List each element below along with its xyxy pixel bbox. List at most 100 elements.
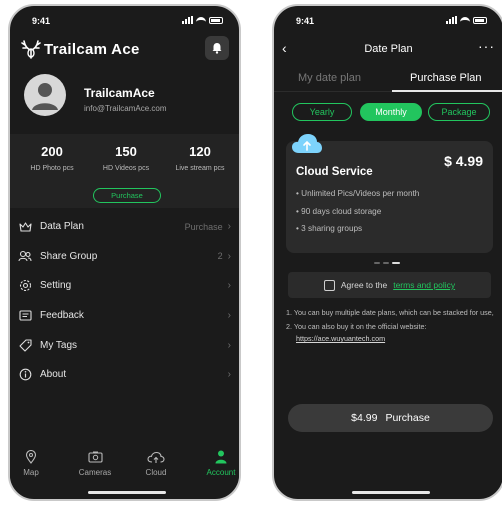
note-item: 1. You can buy multiple date plans, whic…	[286, 308, 494, 317]
stat-value: 150	[115, 144, 137, 159]
date-plan-screen: 9:41 ‹ Date Plan ··· My date plan Purcha…	[272, 4, 502, 501]
app-title: Trailcam Ace	[44, 41, 140, 58]
note-item: 2. You can also buy it on the official w…	[286, 322, 495, 344]
menu-label: About	[40, 369, 67, 381]
menu-value: Purchase	[184, 221, 223, 232]
more-options-button[interactable]: ···	[478, 38, 495, 54]
stat-live-stream: 120 Live stream pcs	[162, 144, 238, 172]
menu-label: Setting	[40, 280, 72, 292]
purchase-button[interactable]: $4.99 Purchase	[288, 404, 493, 432]
chevron-right-icon: ›	[227, 221, 231, 233]
notification-button[interactable]	[205, 36, 229, 60]
menu-item-my-tags[interactable]: My Tags ›	[10, 330, 239, 360]
tab-map[interactable]: Map	[10, 449, 56, 477]
menu-label: Data Plan	[40, 221, 84, 233]
agree-text: Agree to the	[340, 280, 388, 290]
plan-type-yearly[interactable]: Yearly	[292, 103, 352, 121]
tab-purchase-plan[interactable]: Purchase Plan	[410, 72, 482, 84]
bottom-tab-bar: Map Cameras Cloud Account	[10, 449, 239, 485]
plan-type-package[interactable]: Package	[428, 103, 490, 121]
tag-icon	[18, 338, 32, 352]
agree-checkbox[interactable]	[323, 279, 335, 291]
tab-account[interactable]: Account	[196, 449, 239, 477]
signal-icon	[182, 16, 193, 24]
cloud-upload-badge-icon	[292, 134, 322, 153]
feature-item: • 3 sharing groups	[296, 224, 363, 233]
app-header: Trailcam Ace	[20, 36, 229, 64]
profile-name: TrailcamAce	[84, 86, 155, 100]
menu-item-share-group[interactable]: Share Group 2 ›	[10, 242, 239, 272]
status-bar: 9:41	[274, 16, 502, 30]
usage-stats: 200 HD Photo pcs 150 HD Videos pcs 120 L…	[10, 134, 239, 208]
menu-label: Feedback	[40, 310, 84, 322]
profile-section[interactable]: TrailcamAce info@TrailcamAce.com	[22, 74, 229, 126]
battery-icon	[473, 16, 487, 24]
camera-icon	[70, 449, 120, 465]
menu-label: Share Group	[40, 250, 98, 262]
service-price: $ 4.99	[444, 153, 483, 169]
carousel-dot-active[interactable]	[392, 262, 400, 264]
plan-type-monthly[interactable]: Monthly	[360, 103, 422, 121]
account-screen: 9:41 Trailcam Ace TrailcamAce info@Trail…	[8, 4, 241, 501]
status-time: 9:41	[32, 16, 51, 26]
status-bar: 9:41	[10, 16, 239, 30]
crown-icon	[18, 220, 32, 234]
menu-item-about[interactable]: About ›	[10, 360, 239, 390]
tab-label: Account	[206, 468, 236, 477]
tab-cloud[interactable]: Cloud	[131, 449, 181, 477]
menu-item-feedback[interactable]: Feedback ›	[10, 301, 239, 331]
feature-list: • Unlimited Pics/Videos per month • 90 d…	[296, 189, 419, 242]
tab-label: Cloud	[145, 468, 167, 477]
stat-label: HD Photo pcs	[30, 165, 74, 172]
plan-type-selector: Yearly Monthly Package	[274, 103, 502, 121]
stat-label: HD Videos pcs	[102, 165, 150, 172]
battery-icon	[209, 16, 223, 24]
carousel-dot[interactable]	[374, 262, 380, 264]
purchase-button[interactable]: Purchase	[93, 188, 161, 203]
stat-label: Live stream pcs	[175, 165, 225, 172]
tab-cameras[interactable]: Cameras	[70, 449, 120, 477]
user-icon	[196, 449, 239, 465]
stat-value: 200	[41, 144, 63, 159]
account-menu: Data Plan Purchase › Share Group 2 › Set…	[10, 212, 239, 390]
stat-value: 120	[189, 144, 211, 159]
terms-link[interactable]: terms and policy	[393, 280, 455, 290]
deer-antler-logo-icon	[21, 40, 41, 59]
tab-my-date-plan[interactable]: My date plan	[298, 72, 361, 84]
feature-item: • Unlimited Pics/Videos per month	[296, 189, 420, 198]
menu-item-setting[interactable]: Setting ›	[10, 271, 239, 301]
purchase-label: Purchase	[385, 412, 430, 424]
user-avatar-icon	[32, 83, 58, 110]
carousel-dots	[374, 262, 400, 264]
group-icon	[18, 249, 32, 263]
chevron-right-icon: ›	[227, 310, 231, 322]
menu-item-data-plan[interactable]: Data Plan Purchase ›	[10, 212, 239, 242]
tab-label: Cameras	[78, 468, 112, 477]
purchase-price: $4.99	[351, 412, 378, 424]
chevron-right-icon: ›	[227, 250, 231, 262]
ellipsis-icon: ···	[478, 38, 495, 54]
home-indicator	[88, 491, 166, 494]
status-time: 9:41	[296, 16, 315, 26]
nav-bar: ‹ Date Plan ···	[274, 38, 502, 60]
bell-icon	[212, 43, 222, 54]
profile-email: info@TrailcamAce.com	[84, 104, 167, 113]
avatar[interactable]	[24, 74, 66, 116]
purchase-notes: 1. You can buy multiple date plans, whic…	[286, 308, 495, 348]
info-icon	[18, 368, 32, 382]
website-link[interactable]: https://ace.wuyuantech.com	[296, 334, 495, 344]
chevron-right-icon: ›	[227, 369, 231, 381]
feedback-icon	[18, 309, 32, 323]
carousel-dot[interactable]	[383, 262, 389, 264]
home-indicator	[352, 491, 430, 494]
cloud-upload-icon	[131, 449, 181, 465]
stat-hd-photos: 200 HD Photo pcs	[14, 144, 90, 172]
cloud-service-card[interactable]: Cloud Service $ 4.99 • Unlimited Pics/Vi…	[286, 134, 493, 253]
map-pin-icon	[10, 449, 56, 465]
tab-label: Map	[23, 468, 39, 477]
page-title: Date Plan	[364, 43, 413, 55]
wifi-icon	[196, 16, 206, 24]
chevron-right-icon: ›	[227, 280, 231, 292]
signal-icon	[446, 16, 457, 24]
active-tab-indicator	[392, 90, 502, 92]
